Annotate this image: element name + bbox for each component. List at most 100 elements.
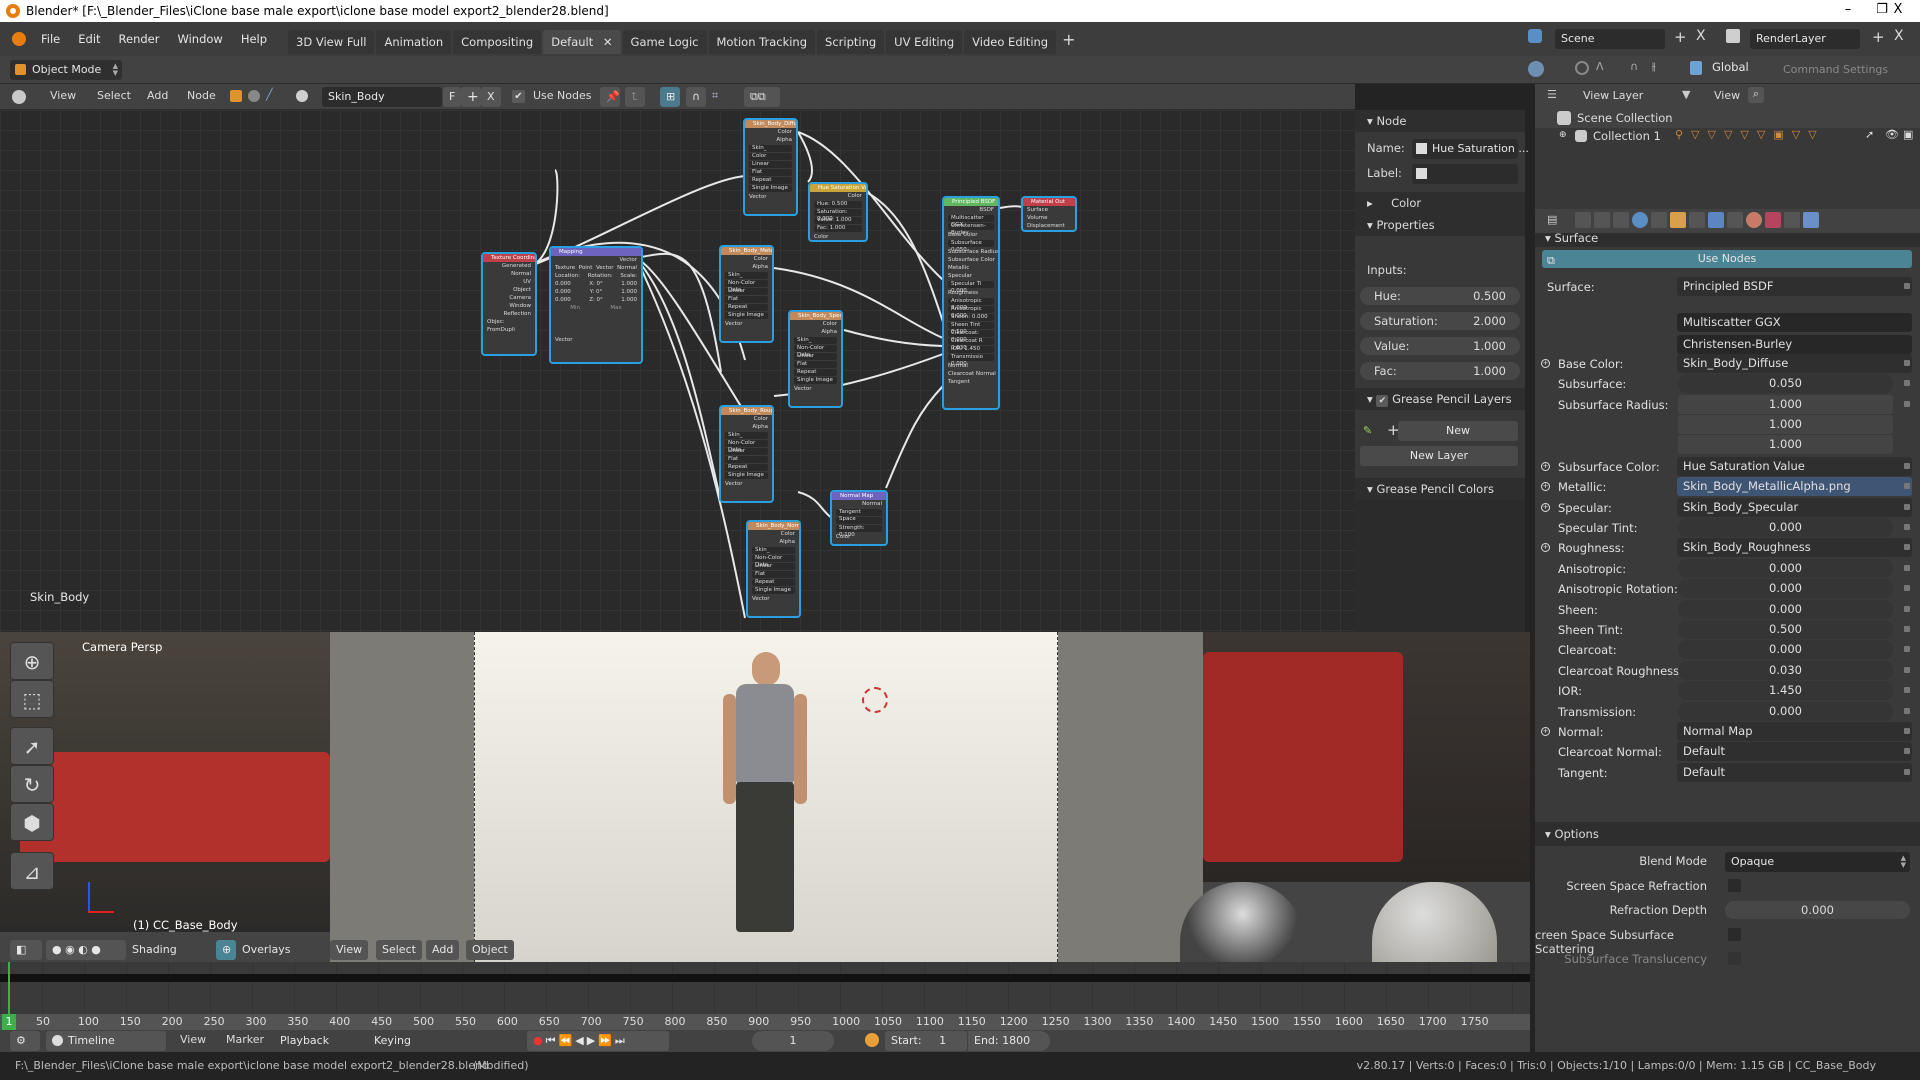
interpolation-dropdown[interactable]: Linear	[749, 161, 792, 168]
fac-field[interactable]: Fac: 1.000	[814, 225, 862, 232]
properties-editor-icon[interactable]: ▤	[1547, 213, 1557, 226]
close-tab-icon[interactable]: ✕	[603, 35, 613, 49]
socket-icon[interactable]	[1904, 687, 1910, 694]
tab-output-icon[interactable]	[1594, 212, 1610, 228]
tab-object-icon[interactable]	[1670, 212, 1686, 228]
overlays-dropdown[interactable]: Overlays	[236, 940, 320, 960]
tab-collection-icon[interactable]	[1651, 212, 1667, 228]
add-scene-button[interactable]: +	[1674, 28, 1687, 46]
socket-icon[interactable]	[1904, 483, 1910, 490]
collection-children-icons[interactable]: ⚲▽▽▽▽▽▣▽▽	[1675, 128, 1825, 141]
world-shader-icon[interactable]	[248, 90, 260, 102]
material-name-field[interactable]: Skin_Body	[322, 87, 442, 107]
node-menu-node[interactable]: Node	[187, 89, 216, 102]
current-frame-marker[interactable]: 1	[2, 1014, 16, 1030]
node-menu-view[interactable]: View	[50, 89, 76, 102]
scale-tool-icon[interactable]: ⬢	[10, 803, 54, 841]
bsdf-socket-row[interactable]: IOR: 1.450	[948, 346, 994, 353]
space-dropdown[interactable]: Tangent Space	[836, 509, 882, 522]
subsurface-radius-field[interactable]: 1.000	[1678, 434, 1893, 454]
interpolation-dropdown[interactable]: Linear	[725, 288, 768, 295]
subsurface-radius-field[interactable]: 1.000	[1678, 394, 1893, 414]
property-value[interactable]: Skin_Body_Specular	[1677, 497, 1912, 517]
grease-pencil-layers-checkbox[interactable]: ✔	[1376, 395, 1389, 407]
socket-icon[interactable]	[1904, 626, 1910, 632]
saturation-input[interactable]: Saturation: 2.000	[1360, 312, 1520, 330]
color-space-dropdown[interactable]: Non-Color Data	[725, 280, 768, 293]
parent-node-icon[interactable]: ⮤	[625, 87, 645, 107]
measure-tool-icon[interactable]: ⊿	[10, 852, 54, 890]
socket-icon[interactable]	[1904, 544, 1910, 551]
extension-dropdown[interactable]: Repeat	[725, 304, 768, 311]
tab-texture-icon[interactable]	[1765, 212, 1781, 228]
grease-pencil-colors-header[interactable]: ▾ Grease Pencil Colors	[1355, 478, 1525, 500]
jump-start-icon[interactable]: ⏮	[546, 1034, 559, 1047]
tab-render-icon[interactable]	[1575, 212, 1591, 228]
image-selector[interactable]: Skin_	[749, 145, 792, 152]
property-value[interactable]: Hue Saturation Value	[1677, 456, 1912, 476]
keying-dropdown[interactable]: Keying	[368, 1031, 446, 1051]
property-value[interactable]: 0.000	[1678, 558, 1893, 578]
projection-dropdown[interactable]: Flat	[752, 571, 795, 578]
render-restrict-icon[interactable]: ▣	[1903, 128, 1913, 141]
refraction-depth-field[interactable]: 0.000	[1725, 901, 1910, 919]
proportional-edit-icon[interactable]	[1575, 61, 1589, 75]
projection-dropdown[interactable]: Flat	[749, 169, 792, 176]
surface-section-header[interactable]: ▾ Surface	[1535, 232, 1920, 247]
source-dropdown[interactable]: Single Image	[752, 587, 795, 594]
jump-end-icon[interactable]: ⏭	[615, 1034, 628, 1047]
close-button[interactable]: X	[1876, 0, 1920, 22]
bsdf-socket-row[interactable]: Sheen Tint 0.500	[948, 322, 994, 335]
saturation-field[interactable]: Saturation: 2.000	[814, 209, 862, 222]
outliner-view-menu[interactable]: View	[1714, 89, 1740, 102]
remove-render-layer-button[interactable]: X	[1894, 28, 1904, 44]
bsdf-socket-row[interactable]: Clearcoat R 0.030	[948, 338, 994, 351]
socket-icon[interactable]	[1904, 768, 1910, 775]
node-skin-body-specular[interactable]: Skin_Body_Specul Color Alpha Skin_ Non-C…	[788, 310, 843, 408]
rotation-y[interactable]: Y: 0°	[590, 288, 602, 296]
sss-checkbox[interactable]	[1728, 928, 1741, 941]
editor-type-icon[interactable]	[12, 90, 26, 104]
viewport-menu-view[interactable]: View	[330, 940, 369, 960]
property-value[interactable]: Skin_Body_Roughness	[1677, 538, 1912, 558]
image-selector[interactable]: Skin_	[725, 432, 768, 439]
tab-point[interactable]: Point	[579, 264, 593, 272]
node-material-output[interactable]: Material Out Surface Volume Displacement	[1021, 196, 1077, 232]
timeline-menu-marker[interactable]: Marker	[226, 1033, 264, 1046]
projection-dropdown[interactable]: Flat	[794, 361, 837, 368]
location-x[interactable]: 0.000	[555, 280, 571, 288]
timeline-menu-view[interactable]: View	[180, 1033, 206, 1046]
next-keyframe-icon[interactable]: ⏩	[598, 1034, 615, 1047]
hue-field[interactable]: Hue: 0.500	[814, 201, 862, 208]
scale-x[interactable]: 1.000	[621, 280, 637, 288]
interpolation-dropdown[interactable]: Linear	[752, 563, 795, 570]
tab-view-layer-icon[interactable]	[1613, 212, 1629, 228]
property-value[interactable]: Normal Map	[1677, 722, 1912, 741]
bsdf-socket-row[interactable]: Sheen: 0.000	[948, 314, 994, 321]
expand-socket-icon[interactable]: +	[1541, 359, 1550, 368]
playhead[interactable]	[8, 962, 10, 1022]
interpolation-dropdown[interactable]: Linear	[794, 353, 837, 360]
copy-paste-icon[interactable]: ⧉⧉	[744, 87, 780, 107]
menu-file[interactable]: File	[32, 22, 69, 56]
property-value[interactable]: 0.500	[1678, 620, 1893, 639]
scale-y[interactable]: 1.000	[621, 288, 637, 296]
node-texture-coordinate[interactable]: Texture Coordinate Generated Normal UV O…	[481, 252, 537, 356]
socket-icon[interactable]	[1904, 360, 1910, 366]
tab-data-icon[interactable]	[1727, 212, 1743, 228]
max-checkbox[interactable]: Max	[610, 304, 621, 312]
tab-vector[interactable]: Vector	[596, 264, 614, 272]
node-skin-body-normal[interactable]: Skin_Body_Normal Color Alpha Skin_ Non-C…	[746, 520, 801, 618]
orientation-selector[interactable]: Global	[1712, 60, 1749, 74]
socket-icon[interactable]	[1904, 380, 1910, 387]
socket-icon[interactable]	[1904, 748, 1910, 755]
translucency-checkbox[interactable]	[1728, 952, 1741, 965]
socket-icon[interactable]	[1904, 585, 1910, 592]
search-icon[interactable]: ⌕	[1748, 87, 1764, 103]
source-dropdown[interactable]: Single Image	[749, 185, 792, 192]
scale-z[interactable]: 1.000	[621, 296, 637, 304]
from-dupli-checkbox[interactable]: FromDupli	[483, 326, 535, 334]
blend-mode-dropdown[interactable]: Opaque ▲ ▼	[1725, 852, 1910, 872]
tab-material-icon[interactable]	[1746, 212, 1762, 228]
color-space-dropdown[interactable]: Non-Color Data	[794, 345, 837, 358]
